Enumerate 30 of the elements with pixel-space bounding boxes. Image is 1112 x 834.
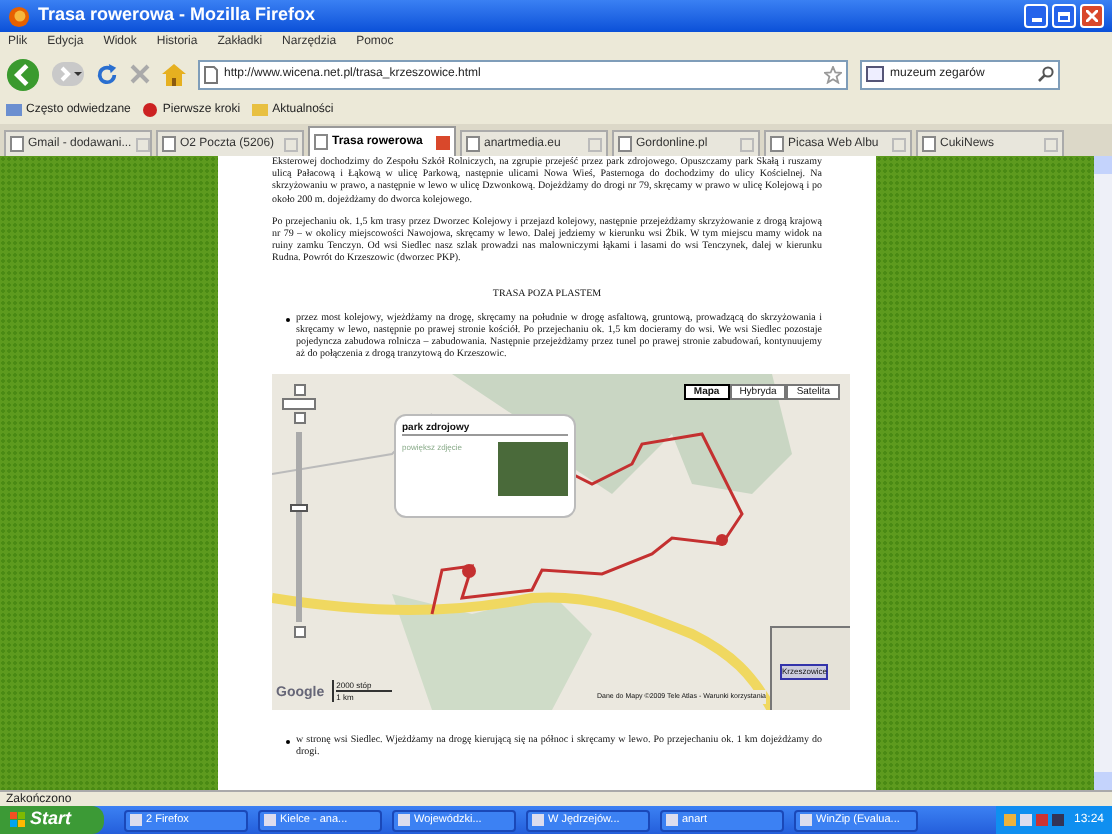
search-engine-icon[interactable] [866, 66, 884, 82]
bookmark-folder-icon [6, 102, 22, 118]
back-button[interactable] [6, 57, 40, 91]
home-icon[interactable] [162, 63, 186, 85]
start-button[interactable]: Start [0, 806, 104, 834]
pan-control[interactable] [293, 383, 305, 396]
photo-placeholder [498, 441, 568, 496]
zoom-out-button[interactable] [293, 625, 305, 638]
minimize-button[interactable] [1024, 4, 1048, 28]
feed-folder-icon [252, 102, 269, 118]
star-icon[interactable] [824, 65, 842, 83]
window-title: Trasa rowerowa - Mozilla Firefox [38, 2, 316, 29]
zoom-slider[interactable] [296, 431, 302, 622]
map-marker [462, 563, 476, 578]
tray-icons [1003, 812, 1068, 828]
tab-close-button[interactable] [436, 135, 450, 149]
zoom-in-button[interactable] [293, 411, 305, 424]
reload-icon[interactable] [96, 63, 118, 85]
forward-button[interactable] [52, 62, 84, 86]
windows-logo-icon [10, 812, 26, 828]
maximize-button[interactable] [1052, 4, 1076, 28]
map-marker [716, 533, 728, 546]
bookmark-icon [142, 102, 159, 118]
page-icon [204, 65, 218, 83]
pan-control[interactable] [282, 397, 316, 410]
browser-logo-icon [8, 5, 30, 27]
search-icon[interactable] [1038, 66, 1054, 82]
close-icon [1086, 10, 1098, 22]
zoom-slider-thumb[interactable] [290, 504, 308, 513]
close-button[interactable] [1080, 4, 1104, 28]
